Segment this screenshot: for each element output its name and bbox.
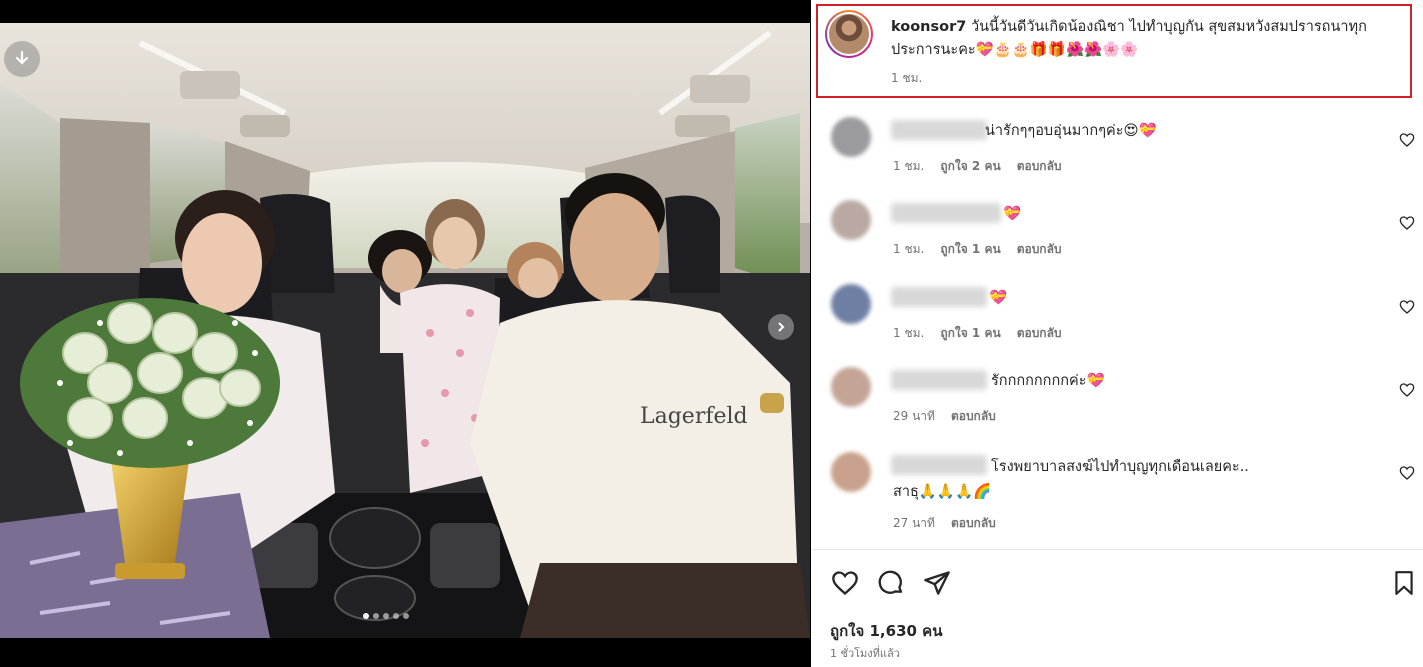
- reply-button[interactable]: ตอบกลับ: [951, 407, 996, 426]
- instagram-post-view: Lagerfeld koonsor7 วันนี้วันดีวันเกิดน้อ…: [0, 0, 1423, 667]
- comment-meta: 1 ชม. ถูกใจ 2 คน ตอบกลับ: [893, 157, 1062, 176]
- carousel-dot: [363, 613, 369, 619]
- reply-button[interactable]: ตอบกลับ: [1017, 240, 1062, 259]
- comment-meta: 27 นาที ตอบกลับ: [893, 514, 996, 533]
- comment-time[interactable]: 1 ชม.: [893, 324, 924, 343]
- carousel-next-icon[interactable]: [768, 314, 794, 340]
- comment-meta: 29 นาที ตอบกลับ: [893, 407, 996, 426]
- comment-likes[interactable]: ถูกใจ 2 คน: [940, 157, 1000, 176]
- comment-time[interactable]: 27 นาที: [893, 514, 935, 533]
- commenter-avatar[interactable]: [831, 452, 871, 492]
- heart-outline-icon[interactable]: [1399, 465, 1415, 481]
- comment-time[interactable]: 1 ชม.: [893, 240, 924, 259]
- action-bar-divider: [811, 549, 1423, 550]
- carousel-dot: [383, 613, 389, 619]
- svg-text:Lagerfeld: Lagerfeld: [640, 404, 748, 429]
- post-caption: koonsor7 วันนี้วันดีวันเกิดน้องณิชา ไปทำ…: [891, 16, 1401, 62]
- commenter-username-blurred[interactable]: [891, 203, 1001, 223]
- comment-time[interactable]: 1 ชม.: [893, 157, 924, 176]
- comment-bubble-icon[interactable]: [875, 567, 907, 599]
- heart-outline-icon[interactable]: [1399, 215, 1415, 231]
- comment-text: 💝: [989, 290, 1008, 306]
- post-photo: Lagerfeld: [0, 23, 810, 638]
- comment-meta: 1 ชม. ถูกใจ 1 คน ตอบกลับ: [893, 324, 1062, 343]
- comment-likes[interactable]: ถูกใจ 1 คน: [940, 240, 1000, 259]
- author-username[interactable]: koonsor7: [891, 19, 966, 35]
- carousel-dot: [403, 613, 409, 619]
- commenter-avatar[interactable]: [831, 367, 871, 407]
- heart-outline-icon[interactable]: [1399, 132, 1415, 148]
- commenter-avatar[interactable]: [831, 200, 871, 240]
- comment-time[interactable]: 29 นาที: [893, 407, 935, 426]
- heart-outline-icon[interactable]: [1399, 382, 1415, 398]
- reply-button[interactable]: ตอบกลับ: [1017, 324, 1062, 343]
- comment-text: โรงพยาบาลสงฆ์ไปทำบุญทุกเดือนเลยคะ.. สาธุ…: [893, 459, 1249, 500]
- carousel-indicator: [363, 612, 409, 620]
- likes-count[interactable]: ถูกใจ 1,630 คน: [830, 619, 942, 643]
- comment-likes[interactable]: ถูกใจ 1 คน: [940, 324, 1000, 343]
- commenter-username-blurred[interactable]: [891, 370, 987, 390]
- comment-text: รักกกกกกกกค่ะ💝: [991, 373, 1105, 389]
- commenter-avatar[interactable]: [831, 117, 871, 157]
- post-media: Lagerfeld: [0, 0, 810, 667]
- carousel-dot: [393, 613, 399, 619]
- like-heart-icon[interactable]: [829, 567, 861, 599]
- carousel-dot: [373, 613, 379, 619]
- post-side-panel: koonsor7 วันนี้วันดีวันเกิดน้องณิชา ไปทำ…: [811, 0, 1423, 667]
- caption-time[interactable]: 1 ชม.: [891, 69, 922, 88]
- post-action-bar: [829, 567, 953, 599]
- comment-text: 💝: [1003, 206, 1022, 222]
- reply-button[interactable]: ตอบกลับ: [951, 514, 996, 533]
- reply-button[interactable]: ตอบกลับ: [1017, 157, 1062, 176]
- download-icon[interactable]: [4, 41, 40, 77]
- share-paper-plane-icon[interactable]: [921, 567, 953, 599]
- commenter-avatar[interactable]: [831, 284, 871, 324]
- bookmark-icon[interactable]: [1388, 567, 1420, 599]
- commenter-username-blurred[interactable]: [891, 287, 987, 307]
- author-avatar[interactable]: [825, 10, 873, 58]
- comment-text: น่ารักๆๆอบอุ่นมากๆค่ะ😍💝: [985, 123, 1157, 139]
- heart-outline-icon[interactable]: [1399, 299, 1415, 315]
- comment-meta: 1 ชม. ถูกใจ 1 คน ตอบกลับ: [893, 240, 1062, 259]
- post-timestamp[interactable]: 1 ชั่วโมงที่แล้ว: [830, 644, 900, 662]
- commenter-username-blurred[interactable]: [891, 120, 987, 140]
